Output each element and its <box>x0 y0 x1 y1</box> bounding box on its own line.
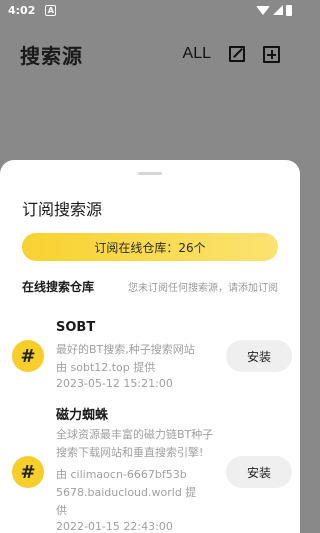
drag-handle[interactable] <box>138 172 162 175</box>
install-button[interactable]: 安装 <box>226 340 292 372</box>
source-description: 全球资源最丰富的磁力链BT种子 <box>56 428 214 441</box>
list-item: # SOBT 最好的BT搜索,种子搜索网站 由 sobt12.top 提供 20… <box>12 320 292 396</box>
add-box-icon[interactable] <box>263 45 280 63</box>
source-provider: 供 <box>56 504 67 517</box>
notification-a-icon: A <box>45 4 57 16</box>
section-header: 在线搜索仓库 您未订阅任何搜索源，请添加订阅 <box>22 278 278 295</box>
edit-icon[interactable] <box>229 46 245 62</box>
app-bar: 搜索源 ALL <box>0 30 300 78</box>
source-provider: 由 cilimaocn-6667bf53b <box>56 468 187 481</box>
source-description: 搜索下载网站和垂直搜索引擎! <box>56 446 204 459</box>
subscribe-online-repo-button[interactable]: 订阅在线仓库：26个 <box>22 233 278 261</box>
status-time: 4:02 <box>8 3 36 17</box>
hash-icon: # <box>12 456 44 488</box>
wifi-icon <box>256 5 270 15</box>
signal-icon <box>273 5 283 15</box>
section-title: 在线搜索仓库 <box>22 280 95 294</box>
battery-icon <box>286 4 292 16</box>
sheet-title: 订阅搜索源 <box>22 200 103 219</box>
subscribe-bottom-sheet: 订阅搜索源 订阅在线仓库：26个 在线搜索仓库 您未订阅任何搜索源，请添加订阅 … <box>0 160 300 533</box>
app-bar-actions: ALL <box>183 45 280 63</box>
source-date: 2022-01-15 22:43:00 <box>56 520 173 533</box>
source-provider: 5678.baiducloud.world 提 <box>56 486 197 499</box>
source-name: 磁力蜘蛛 <box>56 408 109 423</box>
section-hint: 您未订阅任何搜索源，请添加订阅 <box>128 283 278 294</box>
status-bar: 4:02 A <box>0 0 300 20</box>
all-button[interactable]: ALL <box>183 45 211 63</box>
list-item: # 磁力蜘蛛 全球资源最丰富的磁力链BT种子 搜索下载网站和垂直搜索引擎! 由 … <box>12 404 292 533</box>
install-button[interactable]: 安装 <box>226 456 292 488</box>
source-date: 2023-05-12 15:21:00 <box>56 377 173 390</box>
hash-icon: # <box>12 340 44 372</box>
page-title: 搜索源 <box>20 43 83 68</box>
status-icons <box>256 4 292 16</box>
source-provider: 由 sobt12.top 提供 <box>56 361 156 374</box>
source-description: 最好的BT搜索,种子搜索网站 <box>56 343 195 356</box>
source-name: SOBT <box>56 320 96 335</box>
